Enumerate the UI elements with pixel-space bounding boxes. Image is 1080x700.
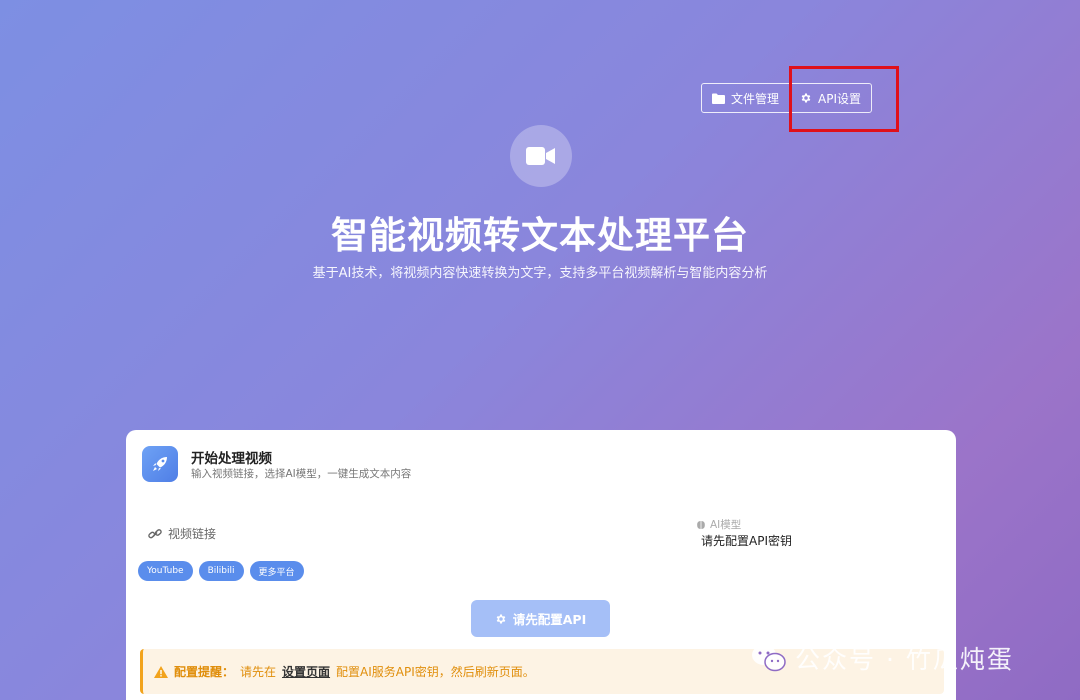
wechat-icon — [752, 645, 786, 672]
highlight-annotation-box — [789, 66, 899, 132]
alert-text-before: 请先在 — [240, 665, 277, 679]
rocket-icon — [153, 457, 167, 471]
platform-tags: YouTube Bilibili 更多平台 — [138, 561, 304, 581]
ai-model-label: AI模型 — [710, 519, 742, 531]
gear-icon — [496, 614, 506, 623]
warning-icon — [154, 665, 168, 678]
file-management-button[interactable]: 文件管理 — [702, 84, 789, 112]
video-link-label: 视频链接 — [168, 527, 217, 541]
platform-tag-youtube[interactable]: YouTube — [138, 561, 193, 581]
alert-text-after: 配置AI服务API密钥，然后刷新页面。 — [336, 665, 535, 679]
brain-icon — [697, 520, 705, 529]
logo — [510, 125, 572, 187]
settings-page-link[interactable]: 设置页面 — [282, 663, 330, 680]
card-title: 开始处理视频 — [191, 451, 272, 467]
link-icon — [148, 528, 162, 538]
platform-tag-more[interactable]: 更多平台 — [249, 561, 304, 581]
card-icon — [142, 446, 178, 482]
configure-api-label: 请先配置API — [512, 612, 587, 627]
video-camera-icon — [526, 147, 555, 165]
folder-icon — [712, 93, 725, 104]
platform-tag-bilibili[interactable]: Bilibili — [198, 561, 244, 581]
alert-title: 配置提醒： — [174, 665, 235, 679]
wechat-watermark: 公众号 · 竹瓜炖蛋 — [751, 640, 1014, 676]
page-subtitle: 基于AI技术，将视频内容快速转换为文字，支持多平台视频解析与智能内容分析 — [312, 266, 768, 281]
configure-api-button[interactable]: 请先配置API — [471, 600, 610, 637]
card-description: 输入视频链接，选择AI模型，一键生成文本内容 — [191, 468, 412, 480]
video-link-field-label: 视频链接 — [148, 525, 216, 542]
file-management-label: 文件管理 — [731, 91, 780, 106]
ai-model-select[interactable]: 请先配置API密钥 — [701, 532, 792, 549]
watermark-text: 公众号 · 竹瓜炖蛋 — [795, 645, 1014, 674]
ai-model-field-label: AI模型 — [696, 517, 741, 532]
page-title: 智能视频转文本处理平台 — [331, 214, 749, 257]
